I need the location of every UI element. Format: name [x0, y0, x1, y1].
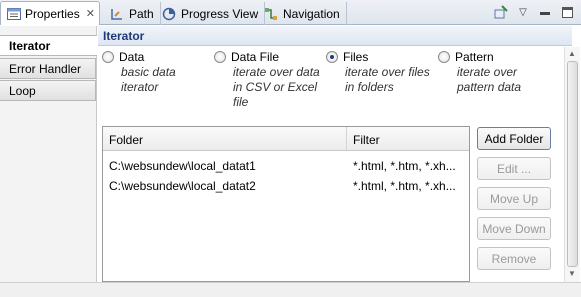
- view-tab-bar: Properties ✕ Path Progress View Navigati…: [0, 0, 581, 25]
- table-row[interactable]: C:\websundew\local_datat2 *.html, *.htm,…: [103, 176, 469, 196]
- properties-icon: [7, 6, 21, 22]
- option-label: Files: [343, 50, 369, 64]
- sidebar-item-label: Iterator: [9, 38, 51, 53]
- option-description: iterate over pattern data: [457, 65, 522, 94]
- option-label: Data: [119, 50, 145, 64]
- option-label: Data File: [231, 50, 280, 64]
- folder-cell: C:\websundew\local_datat1: [109, 159, 256, 173]
- option-data: Data basic data iterator: [102, 50, 176, 95]
- option-label: Pattern: [455, 50, 494, 64]
- minimize-icon[interactable]: ▬: [537, 4, 553, 20]
- sidebar-item-loop[interactable]: Loop: [0, 80, 96, 101]
- option-description: basic data iterator: [121, 65, 176, 94]
- tab-properties-label: Properties: [25, 6, 80, 21]
- option-files: Files iterate over files in folders: [326, 50, 430, 95]
- section-title: Iterator: [98, 26, 572, 46]
- option-description: iterate over data in CSV or Excel file: [233, 65, 320, 109]
- tab-navigation-label: Navigation: [283, 6, 340, 21]
- option-description: iterate over files in folders: [345, 65, 430, 94]
- sidebar-item-label: Error Handler: [9, 61, 82, 76]
- remove-button[interactable]: Remove: [477, 247, 551, 270]
- table-header: Folder Filter: [103, 127, 469, 151]
- close-icon[interactable]: ✕: [86, 7, 95, 20]
- scroll-up-icon[interactable]: ▲: [568, 49, 576, 58]
- filter-column-header[interactable]: Filter: [347, 127, 469, 150]
- view-menu-icon[interactable]: ▽: [515, 4, 531, 20]
- sidebar-item-iterator[interactable]: Iterator: [0, 35, 97, 56]
- vertical-scrollbar[interactable]: ▲ ▼: [564, 47, 580, 282]
- pattern-radio[interactable]: [438, 51, 450, 63]
- tab-progress-view[interactable]: Progress View: [155, 2, 266, 25]
- maximize-icon[interactable]: [559, 4, 575, 20]
- property-sections: Iterator Error Handler Loop: [0, 26, 97, 297]
- tab-properties[interactable]: Properties ✕: [0, 1, 100, 25]
- table-row[interactable]: C:\websundew\local_datat1 *.html, *.htm,…: [103, 156, 469, 176]
- data-file-radio[interactable]: [214, 51, 226, 63]
- folder-column-header[interactable]: Folder: [103, 127, 347, 150]
- navigation-icon: [263, 6, 279, 22]
- folders-table: Folder Filter C:\websundew\local_datat1 …: [102, 126, 470, 282]
- progress-view-icon: [161, 6, 177, 22]
- path-icon: [109, 6, 125, 22]
- folder-cell: C:\websundew\local_datat2: [109, 179, 256, 193]
- scroll-down-icon[interactable]: ▼: [568, 269, 576, 278]
- data-radio[interactable]: [102, 51, 114, 63]
- filter-cell: *.html, *.htm, *.xh...: [353, 159, 456, 173]
- sidebar-item-error-handler[interactable]: Error Handler: [0, 58, 96, 79]
- tab-navigation[interactable]: Navigation: [257, 2, 347, 25]
- option-data-file: Data File iterate over data in CSV or Ex…: [214, 50, 320, 110]
- add-folder-button[interactable]: Add Folder: [477, 127, 551, 150]
- files-radio[interactable]: [326, 51, 338, 63]
- sidebar-item-label: Loop: [9, 83, 36, 98]
- edit-button[interactable]: Edit ...: [477, 157, 551, 180]
- option-pattern: Pattern iterate over pattern data: [438, 50, 521, 95]
- pin-icon[interactable]: [493, 4, 509, 20]
- move-up-button[interactable]: Move Up: [477, 187, 551, 210]
- filter-cell: *.html, *.htm, *.xh...: [353, 179, 456, 193]
- tab-path[interactable]: Path: [103, 2, 161, 25]
- tab-path-label: Path: [129, 6, 154, 21]
- horizontal-scrollbar[interactable]: [0, 282, 581, 297]
- tab-progress-view-label: Progress View: [181, 6, 259, 21]
- move-down-button[interactable]: Move Down: [477, 217, 551, 240]
- scroll-thumb[interactable]: [567, 61, 578, 267]
